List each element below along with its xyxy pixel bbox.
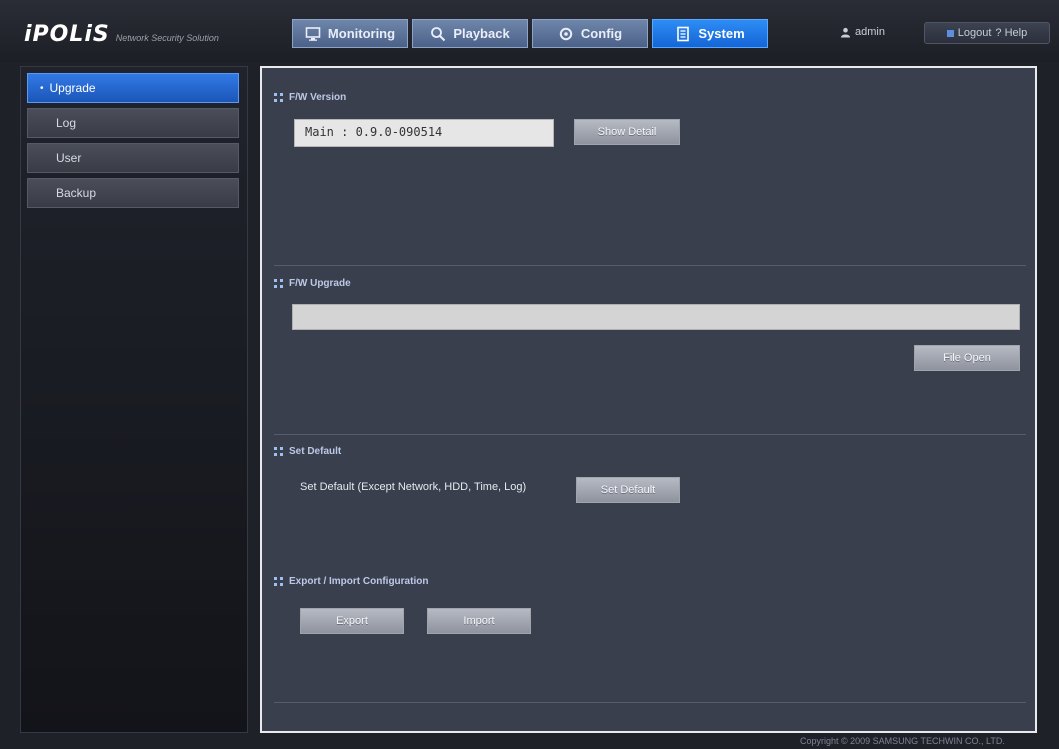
logo-subtitle: Network Security Solution xyxy=(115,33,219,43)
set-default-button[interactable]: Set Default xyxy=(576,477,680,503)
sidebar-item-label: Upgrade xyxy=(49,81,96,95)
nav-config-label: Config xyxy=(580,26,623,41)
fw-upgrade-title: F/W Upgrade xyxy=(274,278,351,289)
file-open-button[interactable]: File Open xyxy=(914,345,1020,371)
set-default-title: Set Default xyxy=(274,446,341,457)
fw-version-title-text: F/W Version xyxy=(289,92,347,103)
set-default-description: Set Default (Except Network, HDD, Time, … xyxy=(300,481,527,493)
main-panel: F/W Version Main : 0.9.0-090514 Show Det… xyxy=(260,66,1037,733)
nav-playback-button[interactable]: Playback xyxy=(412,19,528,48)
fw-version-title: F/W Version xyxy=(274,92,346,103)
set-default-title-text: Set Default xyxy=(289,446,342,457)
sidebar-item-upgrade[interactable]: • Upgrade xyxy=(27,73,239,103)
file-path-field[interactable] xyxy=(292,304,1020,330)
nav-monitoring-button[interactable]: Monitoring xyxy=(292,19,408,48)
sidebar-item-label: Log xyxy=(56,116,77,130)
section-dots-icon xyxy=(274,577,283,586)
sidebar: • Upgrade Log User Backup xyxy=(20,66,248,733)
export-button[interactable]: Export xyxy=(300,608,404,634)
show-detail-button[interactable]: Show Detail xyxy=(574,119,680,145)
username: admin xyxy=(855,26,885,38)
gear-icon xyxy=(559,27,573,40)
logout-icon xyxy=(946,29,954,37)
nav-playback-label: Playback xyxy=(453,26,510,41)
sidebar-item-log[interactable]: Log xyxy=(27,108,239,138)
user-icon xyxy=(840,27,851,38)
user-indicator: admin xyxy=(840,26,885,38)
logout-help-bar: Logout ? Help xyxy=(924,22,1050,44)
import-button[interactable]: Import xyxy=(427,608,531,634)
help-link[interactable]: ? Help xyxy=(995,27,1027,39)
top-bar: iPOLiS Network Security Solution Monitor… xyxy=(0,0,1059,62)
sidebar-item-label: Backup xyxy=(56,186,97,200)
search-icon xyxy=(431,26,446,41)
fw-upgrade-title-text: F/W Upgrade xyxy=(289,278,351,289)
sidebar-item-backup[interactable]: Backup xyxy=(27,178,239,208)
section-dots-icon xyxy=(274,93,283,102)
logout-link[interactable]: Logout xyxy=(958,27,992,39)
nav-system-label: System xyxy=(698,26,745,41)
sidebar-item-user[interactable]: User xyxy=(27,143,239,173)
nav-config-button[interactable]: Config xyxy=(532,19,648,48)
fw-version-field: Main : 0.9.0-090514 xyxy=(294,119,554,147)
main-nav: Monitoring Playback Config System xyxy=(292,19,768,48)
logo: iPOLiS Network Security Solution xyxy=(24,22,219,48)
monitor-icon xyxy=(305,26,321,41)
divider xyxy=(274,265,1026,266)
section-dots-icon xyxy=(274,447,283,456)
copyright: Copyright © 2009 SAMSUNG TECHWIN CO., LT… xyxy=(800,736,1005,746)
export-import-title: Export / Import Configuration xyxy=(274,576,428,587)
export-import-title-text: Export / Import Configuration xyxy=(289,576,429,587)
divider xyxy=(274,434,1026,435)
divider xyxy=(274,702,1026,703)
sidebar-item-label: User xyxy=(56,151,82,165)
bullet-icon: • xyxy=(40,82,44,94)
nav-monitoring-label: Monitoring xyxy=(327,26,396,41)
nav-system-button[interactable]: System xyxy=(652,19,768,48)
logo-mark: iPOLiS xyxy=(24,22,110,47)
document-icon xyxy=(677,26,690,41)
section-dots-icon xyxy=(274,279,283,288)
